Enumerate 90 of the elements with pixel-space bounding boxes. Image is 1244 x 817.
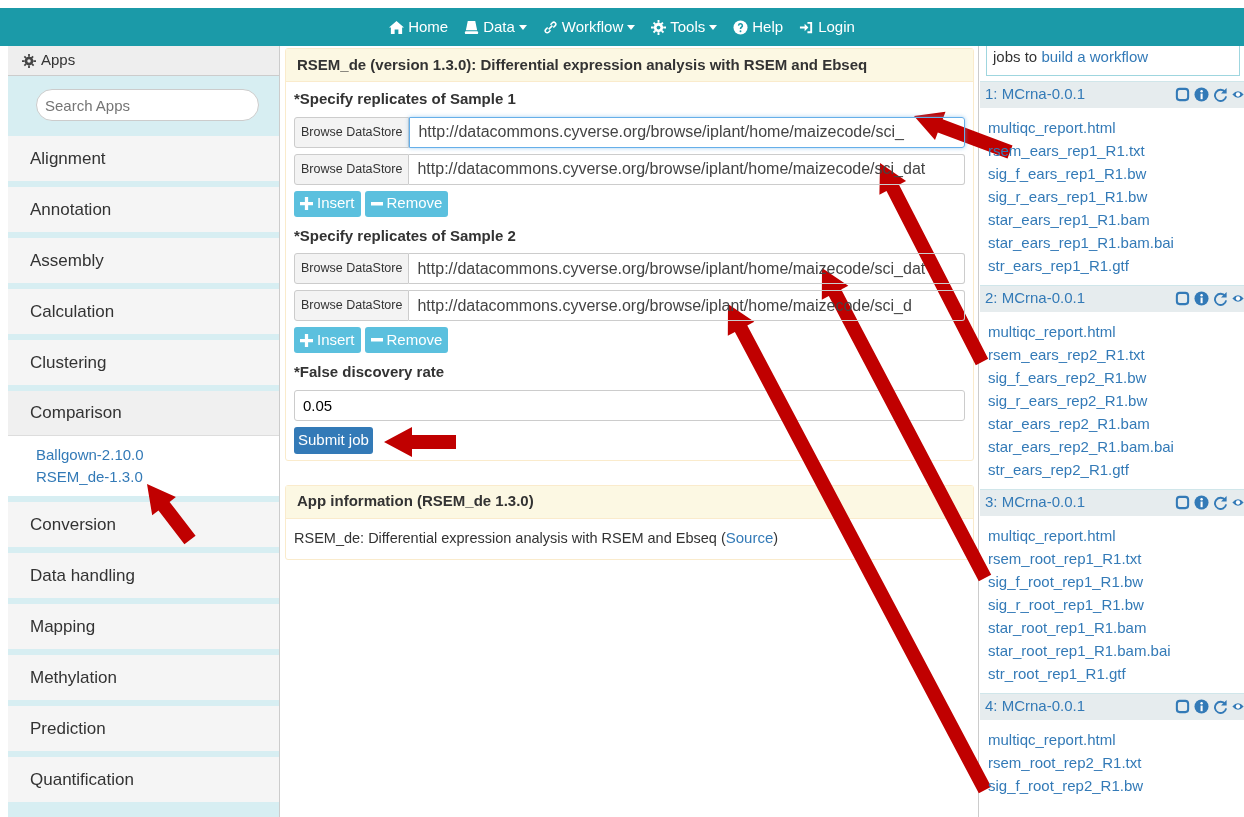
file-link[interactable]: star_root_rep1_R1.bam: [988, 615, 1147, 639]
file-link[interactable]: star_root_rep1_R1.bam.bai: [988, 638, 1171, 662]
square-icon[interactable]: [1175, 87, 1190, 102]
info-icon[interactable]: [1194, 699, 1209, 714]
home-icon: [389, 19, 405, 35]
category-item[interactable]: Methylation: [8, 655, 279, 700]
submit-button[interactable]: Submit job: [294, 426, 373, 454]
app-link[interactable]: Ballgown-2.10.0: [36, 444, 144, 466]
file-link[interactable]: sig_f_root_rep1_R1.bw: [988, 569, 1144, 593]
panel-title: App information (RSEM_de 1.3.0): [286, 485, 973, 519]
refresh-icon[interactable]: [1213, 495, 1228, 510]
refresh-icon[interactable]: [1213, 699, 1228, 714]
category-item[interactable]: Quantification: [8, 757, 279, 802]
dropdown-menu-link[interactable]: Data: [464, 15, 527, 39]
browse-button[interactable]: Browse DataStore: [294, 116, 410, 148]
annotation-arrow: [147, 484, 196, 545]
dropdown-menu-link[interactable]: Workflow: [542, 15, 636, 39]
field-label: *Specify replicates of Sample 2: [294, 225, 517, 246]
url-field[interactable]: http://datacommons.cyverse.org/browse/iplant/home/maizecode/sci_dat: [409, 253, 965, 284]
gear-icon: [22, 53, 36, 68]
dropdown-menu-link[interactable]: Tools: [651, 15, 718, 39]
category-item[interactable]: Alignment: [8, 136, 279, 181]
file-link[interactable]: rsem_root_rep1_R1.txt: [988, 546, 1142, 570]
file-link[interactable]: sig_r_ears_rep1_R1.bw: [988, 184, 1148, 208]
file-link[interactable]: sig_f_ears_rep1_R1.bw: [988, 161, 1147, 185]
file-link[interactable]: sig_r_root_rep1_R1.bw: [988, 592, 1144, 616]
category-item[interactable]: Prediction: [8, 706, 279, 751]
job-title: 2: MCrna-0.0.1: [985, 288, 1086, 309]
file-link[interactable]: star_ears_rep1_R1.bam: [988, 207, 1150, 231]
source-link[interactable]: Source: [725, 528, 774, 546]
url-field[interactable]: http://datacommons.cyverse.org/browse/iplant/home/maizecode/sci_: [409, 116, 965, 148]
job-title: 3: MCrna-0.0.1: [985, 492, 1086, 513]
category-item[interactable]: Conversion: [8, 502, 279, 547]
search-field[interactable]: Search Apps: [36, 89, 259, 121]
nav-link[interactable]: Login: [799, 15, 855, 39]
refresh-icon[interactable]: [1213, 291, 1228, 306]
minus-icon: [370, 338, 383, 342]
file-link[interactable]: multiqc_report.html: [988, 523, 1116, 547]
file-link[interactable]: rsem_ears_rep2_R1.txt: [988, 342, 1145, 366]
file-link[interactable]: sig_r_ears_rep2_R1.bw: [988, 388, 1148, 412]
workflow-link[interactable]: build a workflow: [1041, 48, 1149, 65]
file-link[interactable]: multiqc_report.html: [988, 319, 1116, 343]
nav-link[interactable]: Help: [733, 15, 784, 39]
category-item[interactable]: Mapping: [8, 604, 279, 649]
info-icon[interactable]: [1194, 495, 1209, 510]
file-link[interactable]: multiqc_report.html: [988, 115, 1116, 139]
plus-icon: [300, 197, 313, 210]
field-label: *Specify replicates of Sample 1: [294, 89, 517, 109]
job-title: 4: MCrna-0.0.1: [985, 696, 1086, 717]
file-link[interactable]: sig_f_root_rep2_R1.bw: [988, 773, 1144, 797]
info-icon[interactable]: [1194, 87, 1209, 102]
browse-button[interactable]: Browse DataStore: [294, 153, 410, 185]
panel-title: Apps: [41, 50, 76, 71]
square-icon[interactable]: [1175, 291, 1190, 306]
refresh-icon[interactable]: [1213, 87, 1228, 102]
rate-field[interactable]: 0.05: [294, 389, 965, 421]
file-link[interactable]: str_ears_rep2_R1.gtf: [988, 457, 1129, 481]
nav-link[interactable]: Home: [389, 15, 449, 39]
category-item[interactable]: Clustering: [8, 340, 279, 385]
category-item[interactable]: Calculation: [8, 289, 279, 334]
file-link[interactable]: rsem_root_rep2_R1.txt: [988, 750, 1142, 774]
file-link[interactable]: star_ears_rep2_R1.bam: [988, 411, 1150, 435]
minus-icon: [370, 201, 383, 206]
app-link[interactable]: RSEM_de-1.3.0: [36, 466, 143, 488]
panel-title: RSEM_de (version 1.3.0): Differential expression analysis with RSEM and Ebseq: [286, 49, 973, 82]
annotation-arrow: [384, 427, 456, 457]
square-icon[interactable]: [1175, 699, 1190, 714]
file-link[interactable]: star_ears_rep1_R1.bam.bai: [988, 230, 1174, 254]
category-item[interactable]: Data handling: [8, 553, 279, 598]
file-link[interactable]: sig_f_ears_rep2_R1.bw: [988, 365, 1147, 389]
category-item[interactable]: Assembly: [8, 238, 279, 283]
square-icon[interactable]: [1175, 495, 1190, 510]
browse-button[interactable]: Browse DataStore: [294, 290, 410, 321]
drive-icon: [464, 19, 480, 35]
info-icon[interactable]: [1194, 291, 1209, 306]
file-link[interactable]: multiqc_report.html: [988, 727, 1116, 751]
field-label: *False discovery rate: [294, 362, 446, 382]
sign-in-icon: [799, 19, 815, 35]
gear-icon: [651, 19, 667, 35]
category-item[interactable]: Annotation: [8, 187, 279, 232]
file-link[interactable]: star_ears_rep2_R1.bam.bai: [988, 434, 1174, 458]
file-link[interactable]: str_root_rep1_R1.gtf: [988, 661, 1126, 685]
job-title: 1: MCrna-0.0.1: [985, 84, 1086, 105]
workflow-hint: jobs to build a workflow: [986, 46, 1240, 76]
file-link[interactable]: str_ears_rep1_R1.gtf: [988, 253, 1129, 277]
category-item[interactable]: Comparison: [8, 391, 279, 436]
help-icon: [733, 19, 749, 35]
plus-icon: [300, 333, 313, 347]
browse-button[interactable]: Browse DataStore: [294, 253, 410, 284]
link-icon: [542, 19, 558, 35]
